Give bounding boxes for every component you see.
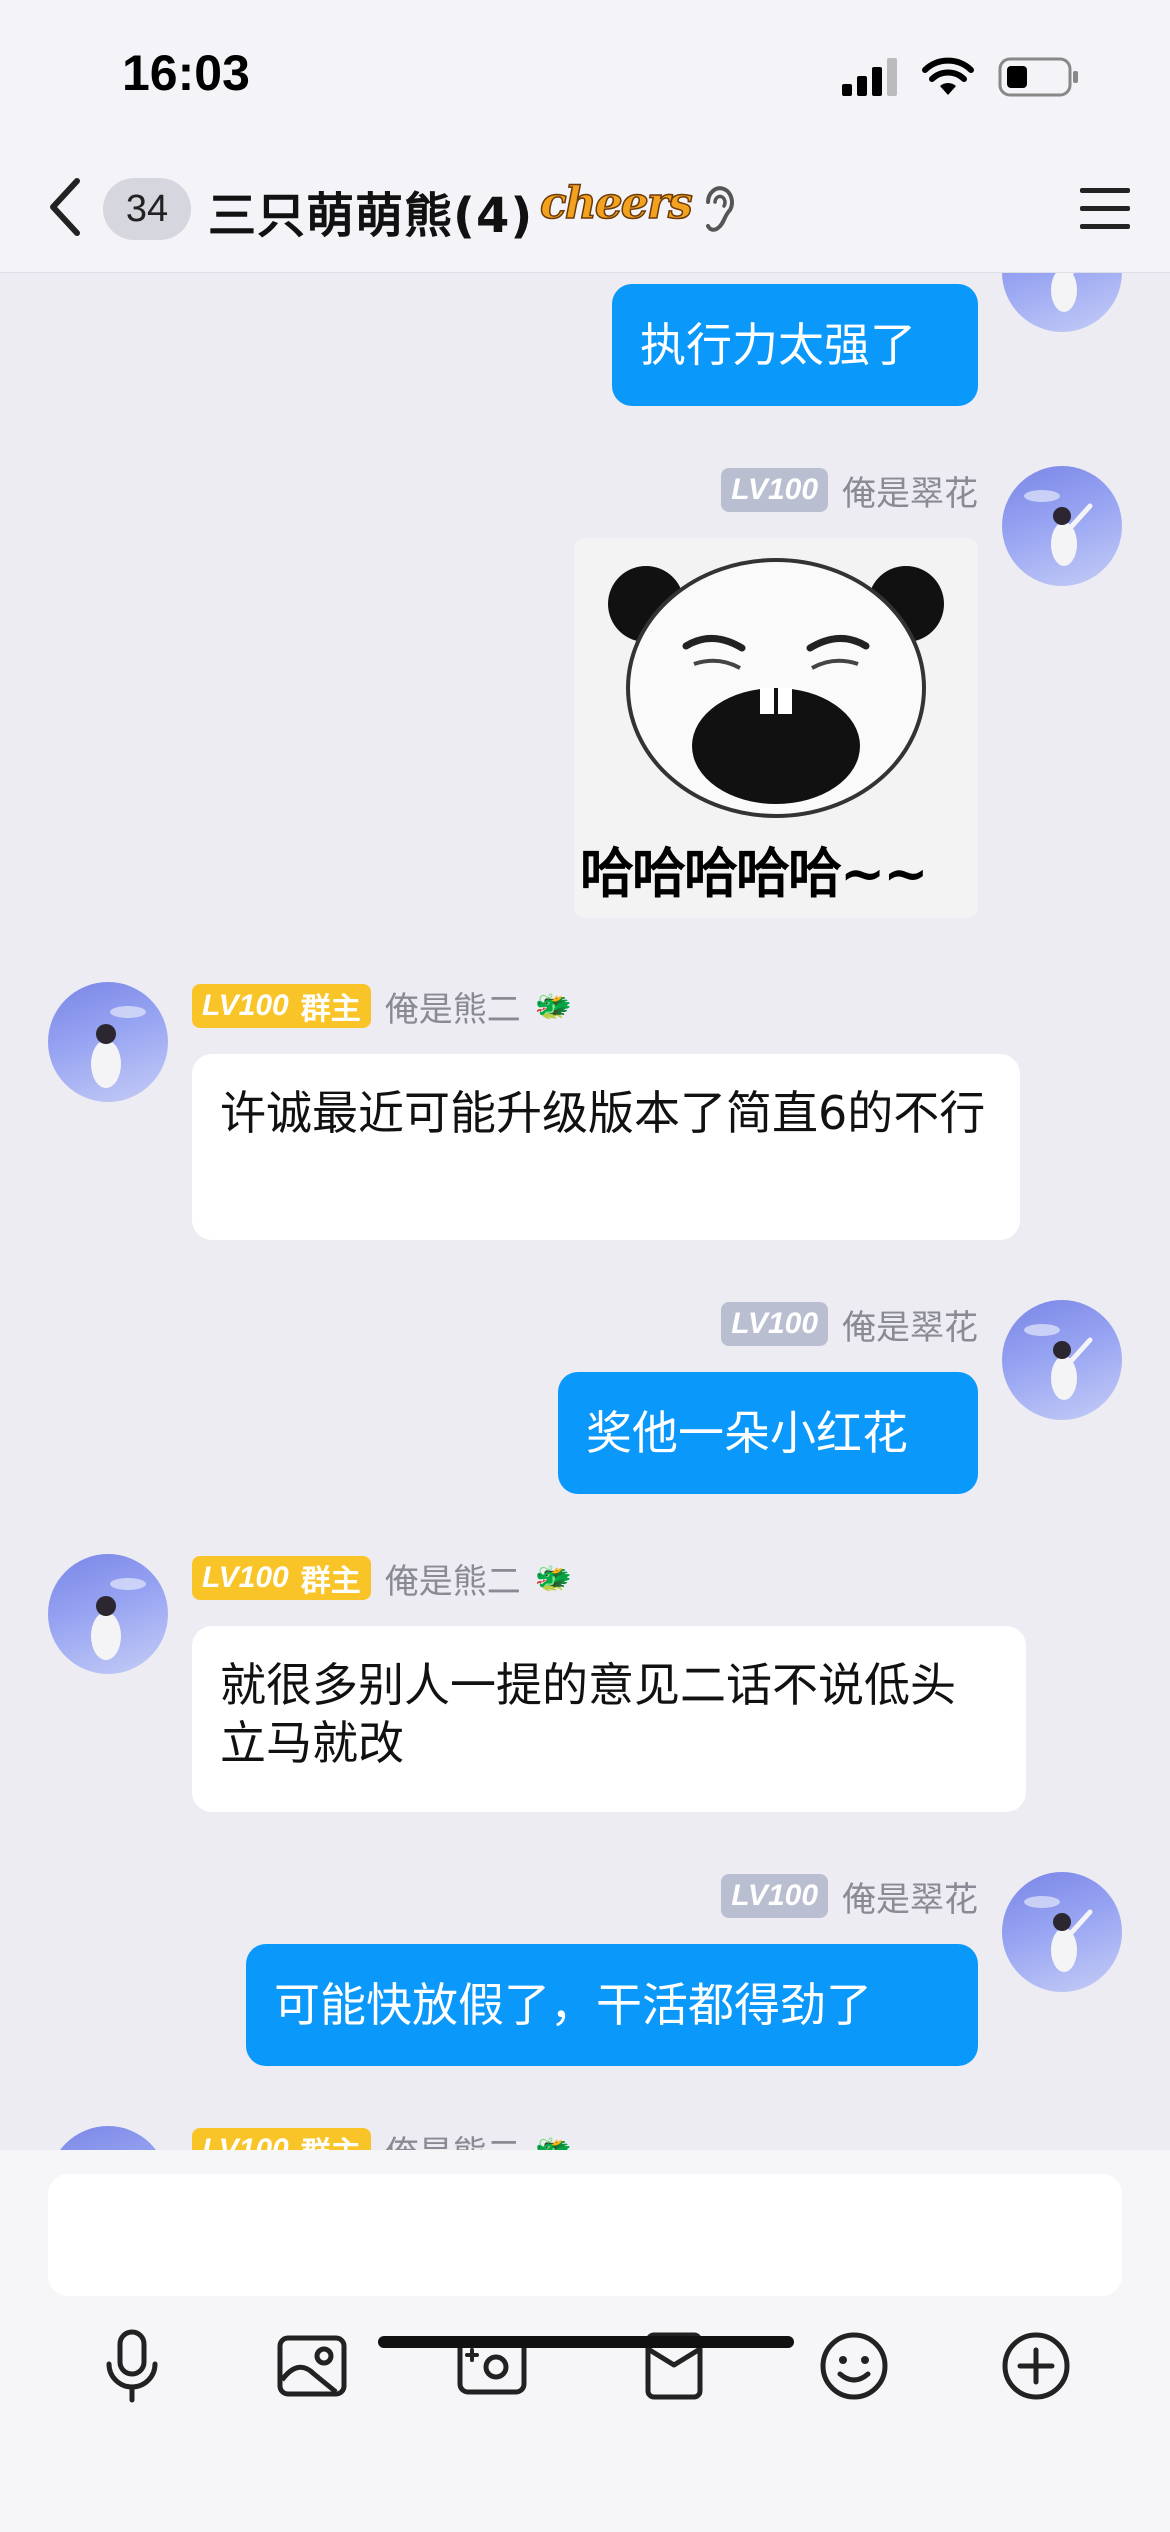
sticker-image[interactable]: 哈哈哈哈哈~~ [574,538,978,918]
level-label: LV100 [202,2133,289,2150]
cheers-decoration: cheers [539,177,693,230]
chevron-left-icon [50,178,80,236]
level-label: LV100 [731,473,818,506]
level-label: LV100 [731,1307,818,1340]
plus-icon [1002,2332,1070,2400]
status-time: 16:03 [122,45,250,101]
dragon-icon: 🐲 [534,988,573,1024]
avatar[interactable] [48,982,168,1102]
more-button[interactable] [994,2324,1078,2408]
sender-name[interactable]: 俺是熊二 [385,2126,521,2151]
group-title[interactable]: 三只萌萌熊(4) [208,176,533,246]
avatar[interactable] [48,1554,168,1674]
avatar[interactable] [1002,1300,1122,1420]
sender-meta: LV100 群主 俺是熊二 🐲 [192,2126,572,2150]
sticker-caption: 哈哈哈哈哈~~ [580,842,928,905]
panda-meme-icon [608,558,944,818]
message-bubble[interactable]: 就很多别人一提的意见二话不说低头立马就改 [192,1626,1026,1812]
chat-header: 34 三只萌萌熊(4) cheers [0,150,1170,273]
dragon-icon: 🐲 [534,2132,573,2151]
ear-icon[interactable] [700,180,740,236]
sender-name[interactable]: 俺是熊二 [385,982,521,1031]
sender-meta: LV100 群主 俺是熊二 🐲 [192,1554,572,1602]
battery-icon [998,57,1078,97]
dragon-icon: 🐲 [534,1560,573,1596]
menu-icon[interactable] [1078,182,1132,236]
emoji-button[interactable] [812,2324,896,2408]
voice-button[interactable] [90,2324,174,2408]
sender-name[interactable]: 俺是翠花 [842,466,978,515]
wifi-icon [922,57,974,95]
level-badge: LV100 群主 [192,1556,371,1600]
level-badge: LV100 [721,1302,828,1346]
role-badge: 群主 [300,1565,361,1598]
message-bubble[interactable]: 执行力太强了 [612,284,978,406]
avatar[interactable] [48,2126,168,2150]
level-badge: LV100 群主 [192,2128,371,2150]
level-badge: LV100 群主 [192,984,371,1028]
message-bubble[interactable]: 许诚最近可能升级版本了简直6的不行 [192,1054,1020,1240]
home-indicator[interactable] [378,2336,794,2348]
level-label: LV100 [731,1879,818,1912]
emoji-icon [820,2332,888,2400]
level-label: LV100 [202,1561,289,1594]
sender-meta: LV100 俺是翠花 [721,1300,978,1348]
sender-name[interactable]: 俺是熊二 [385,1554,521,1603]
signal-icon [842,58,897,96]
message-input[interactable] [48,2174,1122,2296]
level-badge: LV100 [721,1874,828,1918]
sender-meta: LV100 群主 俺是熊二 🐲 [192,982,572,1030]
avatar[interactable] [1002,272,1122,332]
sender-meta: LV100 俺是翠花 [721,466,978,514]
avatar[interactable] [1002,1872,1122,1992]
role-badge: 群主 [301,2128,361,2150]
image-button[interactable] [270,2324,354,2408]
role-badge: 群主 [300,993,361,1026]
image-icon [277,2335,347,2397]
sender-meta: LV100 俺是翠花 [721,1872,978,1920]
back-button[interactable] [40,174,90,240]
status-icons [842,52,1080,102]
sender-name[interactable]: 俺是翠花 [842,1300,978,1349]
level-label: LV100 [202,989,289,1022]
message-list[interactable]: 执行力太强了 LV100 俺是翠花 哈哈哈哈哈~~ LV100 群主 俺是熊二 🐲… [0,272,1170,2150]
microphone-icon [106,2329,158,2403]
avatar[interactable] [1002,466,1122,586]
unread-count-badge[interactable]: 34 [103,178,191,240]
sender-name[interactable]: 俺是翠花 [842,1872,978,1921]
message-bubble[interactable]: 奖他一朵小红花 [558,1372,978,1494]
status-bar: 16:03 [0,0,1170,150]
message-bubble[interactable]: 可能快放假了，干活都得劲了 [246,1944,978,2066]
level-badge: LV100 [721,468,828,512]
